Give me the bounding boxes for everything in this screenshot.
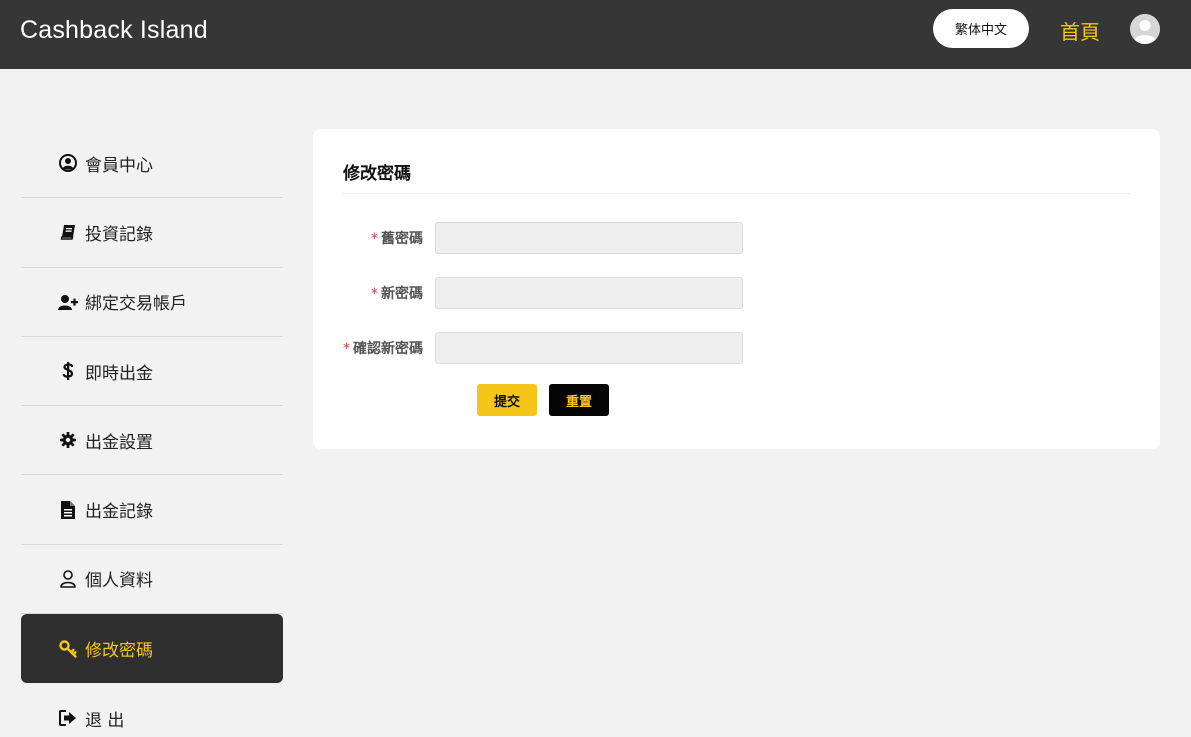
sidebar-item-label: 綁定交易帳戶 <box>85 294 187 315</box>
sidebar-item-member-center[interactable]: 會員中心 <box>21 129 283 199</box>
user-outline-icon <box>58 569 78 589</box>
sidebar-item-withdrawal-settings[interactable]: 出金設置 <box>21 406 283 476</box>
new-password-row: * 新密碼 <box>313 277 1160 309</box>
avatar[interactable] <box>1130 14 1160 44</box>
sidebar-item-instant-withdrawal[interactable]: 即時出金 <box>21 337 283 407</box>
old-password-row: * 舊密碼 <box>313 222 1160 254</box>
confirm-password-row: * 確認新密碼 <box>313 332 1160 364</box>
top-navbar: Cashback Island 繁体中文 首頁 <box>0 0 1191 69</box>
sidebar-item-investment-records[interactable]: 投資記錄 <box>21 198 283 268</box>
sign-out-icon <box>58 708 78 728</box>
avatar-icon <box>1130 14 1160 44</box>
sidebar-nav: 會員中心 投資記錄 綁定交易帳戶 即時出金 出金設置 出金記錄 個人資料 修改密… <box>21 129 283 737</box>
sidebar-item-label: 出金記錄 <box>85 502 153 523</box>
required-mark: * <box>371 286 378 302</box>
dollar-icon <box>58 361 78 381</box>
sidebar-item-bind-trading-account[interactable]: 綁定交易帳戶 <box>21 268 283 337</box>
sidebar-item-change-password[interactable]: 修改密碼 <box>21 614 283 684</box>
sidebar-item-personal-info[interactable]: 個人資料 <box>21 545 283 615</box>
reset-button[interactable]: 重置 <box>549 384 609 416</box>
title-divider <box>343 193 1130 194</box>
book-icon <box>58 222 78 242</box>
new-password-input[interactable] <box>435 277 743 309</box>
sidebar-item-label: 修改密碼 <box>85 641 153 662</box>
language-selector-button[interactable]: 繁体中文 <box>933 9 1029 48</box>
confirm-password-input[interactable] <box>435 332 743 364</box>
old-password-label: * 舊密碼 <box>371 228 423 248</box>
key-icon <box>58 639 78 659</box>
new-password-label: * 新密碼 <box>371 283 423 303</box>
document-icon <box>58 500 78 520</box>
gear-icon <box>58 430 78 450</box>
page-title: 修改密碼 <box>343 164 411 184</box>
sidebar-item-label: 會員中心 <box>85 155 153 176</box>
confirm-password-label: * 確認新密碼 <box>343 338 423 358</box>
change-password-card: 修改密碼 * 舊密碼 * 新密碼 * 確認新密碼 提交 重置 <box>313 129 1160 449</box>
sidebar-item-label: 出金設置 <box>85 432 153 453</box>
old-password-input[interactable] <box>435 222 743 254</box>
required-mark: * <box>371 231 378 247</box>
user-circle-icon <box>58 153 78 173</box>
sidebar-item-label: 即時出金 <box>85 363 153 384</box>
confirm-password-label-text: 確認新密碼 <box>353 341 423 357</box>
sidebar-item-label: 個人資料 <box>85 571 153 592</box>
sidebar-item-logout[interactable]: 退 出 <box>21 683 283 737</box>
sidebar-item-label: 投資記錄 <box>85 224 153 245</box>
brand-logo[interactable]: Cashback Island <box>20 16 208 45</box>
submit-button[interactable]: 提交 <box>477 384 537 416</box>
new-password-label-text: 新密碼 <box>381 286 423 302</box>
home-link[interactable]: 首頁 <box>1060 16 1100 45</box>
required-mark: * <box>343 341 350 357</box>
user-plus-icon <box>58 292 78 312</box>
sidebar-item-withdrawal-records[interactable]: 出金記錄 <box>21 475 283 545</box>
sidebar-item-label: 退 出 <box>85 710 125 731</box>
old-password-label-text: 舊密碼 <box>381 231 423 247</box>
